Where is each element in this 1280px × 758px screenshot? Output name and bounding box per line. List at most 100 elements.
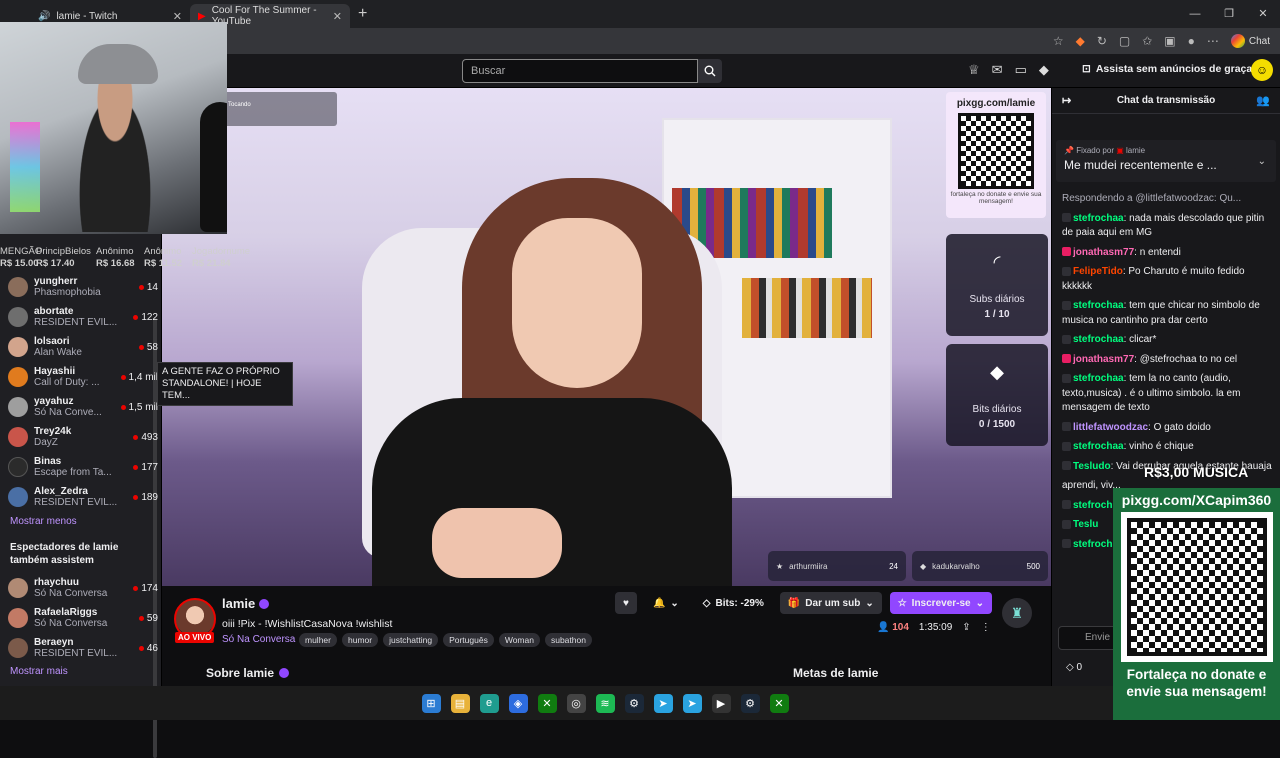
file-explorer-icon[interactable]: ▤: [450, 693, 470, 713]
star-icon[interactable]: ☆: [1053, 34, 1064, 48]
tag[interactable]: justchatting: [383, 633, 439, 647]
sidebar-channel[interactable]: yungherr Phasmophobia 14: [8, 273, 158, 301]
search-input[interactable]: Buscar: [462, 59, 698, 83]
channel-name: RafaelaRiggs: [34, 607, 98, 618]
sidebar-channel[interactable]: Beraeyn RESIDENT EVIL... 46: [8, 634, 158, 662]
xbox-icon[interactable]: ✕: [537, 693, 557, 713]
chat-badge-icon: [1062, 373, 1071, 383]
tag[interactable]: mulher: [299, 633, 337, 647]
chat-username[interactable]: stefrochaa: [1073, 334, 1124, 345]
extension-icon[interactable]: ◆: [1076, 34, 1085, 48]
crown-icon[interactable]: ♕: [968, 62, 980, 78]
inbox-icon[interactable]: ✉: [992, 62, 1003, 78]
chat-username[interactable]: jonathasm77: [1073, 354, 1134, 365]
sidebar-channel[interactable]: Binas Escape from Ta... 177: [8, 453, 158, 481]
stream-category[interactable]: Só Na Conversa: [222, 634, 295, 645]
collapse-chat-icon[interactable]: ↦: [1062, 94, 1071, 107]
bits-icon[interactable]: ◆: [1039, 62, 1049, 78]
user-avatar[interactable]: ☺: [1251, 59, 1273, 81]
subscribe-button[interactable]: ☆ Inscrever-se ⌄: [889, 592, 992, 614]
sidebar-channel[interactable]: RafaelaRiggs Só Na Conversa 59: [8, 604, 158, 632]
video-player[interactable]: Tocando pixgg.com/lamie fortaleça no don…: [162, 88, 1051, 586]
tag[interactable]: humor: [341, 633, 379, 647]
telegram-icon[interactable]: ➤: [682, 693, 702, 713]
close-icon[interactable]: ✕: [173, 10, 182, 23]
collections-icon[interactable]: ▣: [1164, 34, 1175, 48]
split-icon[interactable]: ▢: [1119, 34, 1130, 48]
chat-message: stefrochaa: vinho é chique: [1062, 440, 1272, 455]
close-icon[interactable]: ✕: [333, 10, 342, 23]
avatar: [8, 638, 28, 658]
chat-username[interactable]: Tesludo: [1073, 461, 1111, 472]
chat-username[interactable]: stefrochaa: [1073, 373, 1124, 384]
telegram-icon[interactable]: ➤: [653, 693, 673, 713]
bits-button[interactable]: ◇ Bits: -29%: [695, 592, 772, 614]
chat-username[interactable]: littlefatwoodzac: [1073, 422, 1148, 433]
pinned-message[interactable]: 📌 Fixado por ▣ lamie Me mudei recentemen…: [1056, 140, 1276, 182]
search-button[interactable]: [698, 59, 722, 83]
avatar: [8, 277, 28, 297]
tag[interactable]: subathon: [544, 633, 592, 647]
steam-icon[interactable]: ⚙: [740, 693, 760, 713]
users-icon[interactable]: 👥: [1256, 94, 1270, 107]
show-less-link[interactable]: Mostrar menos: [10, 516, 77, 527]
chat-username[interactable]: stefroch: [1073, 539, 1112, 550]
tag[interactable]: Woman: [498, 633, 540, 647]
chat-text: : clicar*: [1123, 334, 1157, 345]
tab-label: lamie - Twitch: [56, 10, 118, 22]
star-icon: ☆: [897, 597, 907, 609]
close-window-icon[interactable]: ✕: [1246, 0, 1280, 28]
channel-name: yungherr: [34, 276, 78, 287]
chat-message: stefrochaa: tem que chicar no simbolo de…: [1062, 299, 1272, 328]
sidebar-channel[interactable]: rhaychuu Só Na Conversa 174: [8, 574, 158, 602]
steam-icon[interactable]: ⚙: [624, 693, 644, 713]
whispers-icon[interactable]: ▭: [1015, 62, 1027, 78]
sidebar-channel[interactable]: yayahuz Só Na Conve... 1,5 mil: [8, 393, 158, 421]
chat-username[interactable]: Teslu: [1073, 519, 1098, 530]
volume-icon: 🔊: [38, 10, 51, 22]
windows-start-icon[interactable]: ⊞: [421, 693, 441, 713]
hype-badge[interactable]: ♜: [1002, 598, 1032, 628]
sidebar-channel[interactable]: lolsaori Alan Wake 58: [8, 333, 158, 361]
streamer-name[interactable]: lamie: [222, 596, 270, 611]
follow-button[interactable]: ♥: [615, 592, 637, 614]
chat-username[interactable]: FelipeTido: [1073, 266, 1123, 277]
tag[interactable]: Português: [443, 633, 494, 647]
chat-username[interactable]: stefrochaa: [1073, 441, 1124, 452]
chevron-down-icon[interactable]: ⌄: [1258, 156, 1266, 167]
chat-username[interactable]: stefroch: [1073, 500, 1112, 511]
app-icon[interactable]: ◈: [508, 693, 528, 713]
chat-username[interactable]: jonathasm77: [1073, 247, 1134, 258]
chat-username[interactable]: stefrochaa: [1073, 300, 1124, 311]
channel-game: Só Na Conversa: [34, 618, 108, 629]
edge-icon[interactable]: e: [479, 693, 499, 713]
youtube-icon: ▶: [198, 10, 206, 22]
more-icon[interactable]: ⋯: [1207, 34, 1219, 48]
webcam-overlay: [0, 22, 227, 234]
refresh-icon[interactable]: ↻: [1097, 34, 1107, 48]
sidebar-channel[interactable]: Trey24k DayZ 493: [8, 423, 158, 451]
minimize-icon[interactable]: —: [1178, 0, 1212, 28]
chat-username[interactable]: stefrochaa: [1073, 213, 1124, 224]
stream-info: AO VIVO lamie oiii !Pix - !WishlistCasaN…: [162, 586, 1051, 686]
profile-icon[interactable]: ●: [1188, 34, 1195, 48]
xbox-icon[interactable]: ✕: [769, 693, 789, 713]
sidebar-channel[interactable]: Hayashii Call of Duty: ... 1,4 mil: [8, 363, 158, 391]
more-icon[interactable]: ⋮: [981, 622, 991, 633]
sidebar-channel[interactable]: abortate RESIDENT EVIL... 122: [8, 303, 158, 331]
favorites-icon[interactable]: ✩: [1142, 34, 1152, 48]
show-more-link[interactable]: Mostrar mais: [10, 666, 68, 677]
sidebar-channel[interactable]: Alex_Zedra RESIDENT EVIL... 189: [8, 483, 158, 511]
chat-badge-icon: [1062, 500, 1071, 510]
notifications-button[interactable]: 🔔 ⌄: [645, 592, 687, 614]
new-tab-button[interactable]: +: [350, 5, 375, 23]
share-icon[interactable]: ⇪: [962, 622, 970, 633]
copilot-chat-button[interactable]: Chat: [1230, 34, 1270, 48]
maximize-icon[interactable]: ❐: [1212, 0, 1246, 28]
spotify-icon[interactable]: ≋: [595, 693, 615, 713]
gift-sub-button[interactable]: 🎁 Dar um sub ⌄: [779, 592, 882, 614]
chrome-icon[interactable]: ◎: [566, 693, 586, 713]
channel-points[interactable]: ◇ 0: [1066, 662, 1082, 673]
adfree-button[interactable]: ⊡ Assista sem anúncios de graça: [1082, 63, 1252, 75]
media-player-icon[interactable]: ▶: [711, 693, 731, 713]
